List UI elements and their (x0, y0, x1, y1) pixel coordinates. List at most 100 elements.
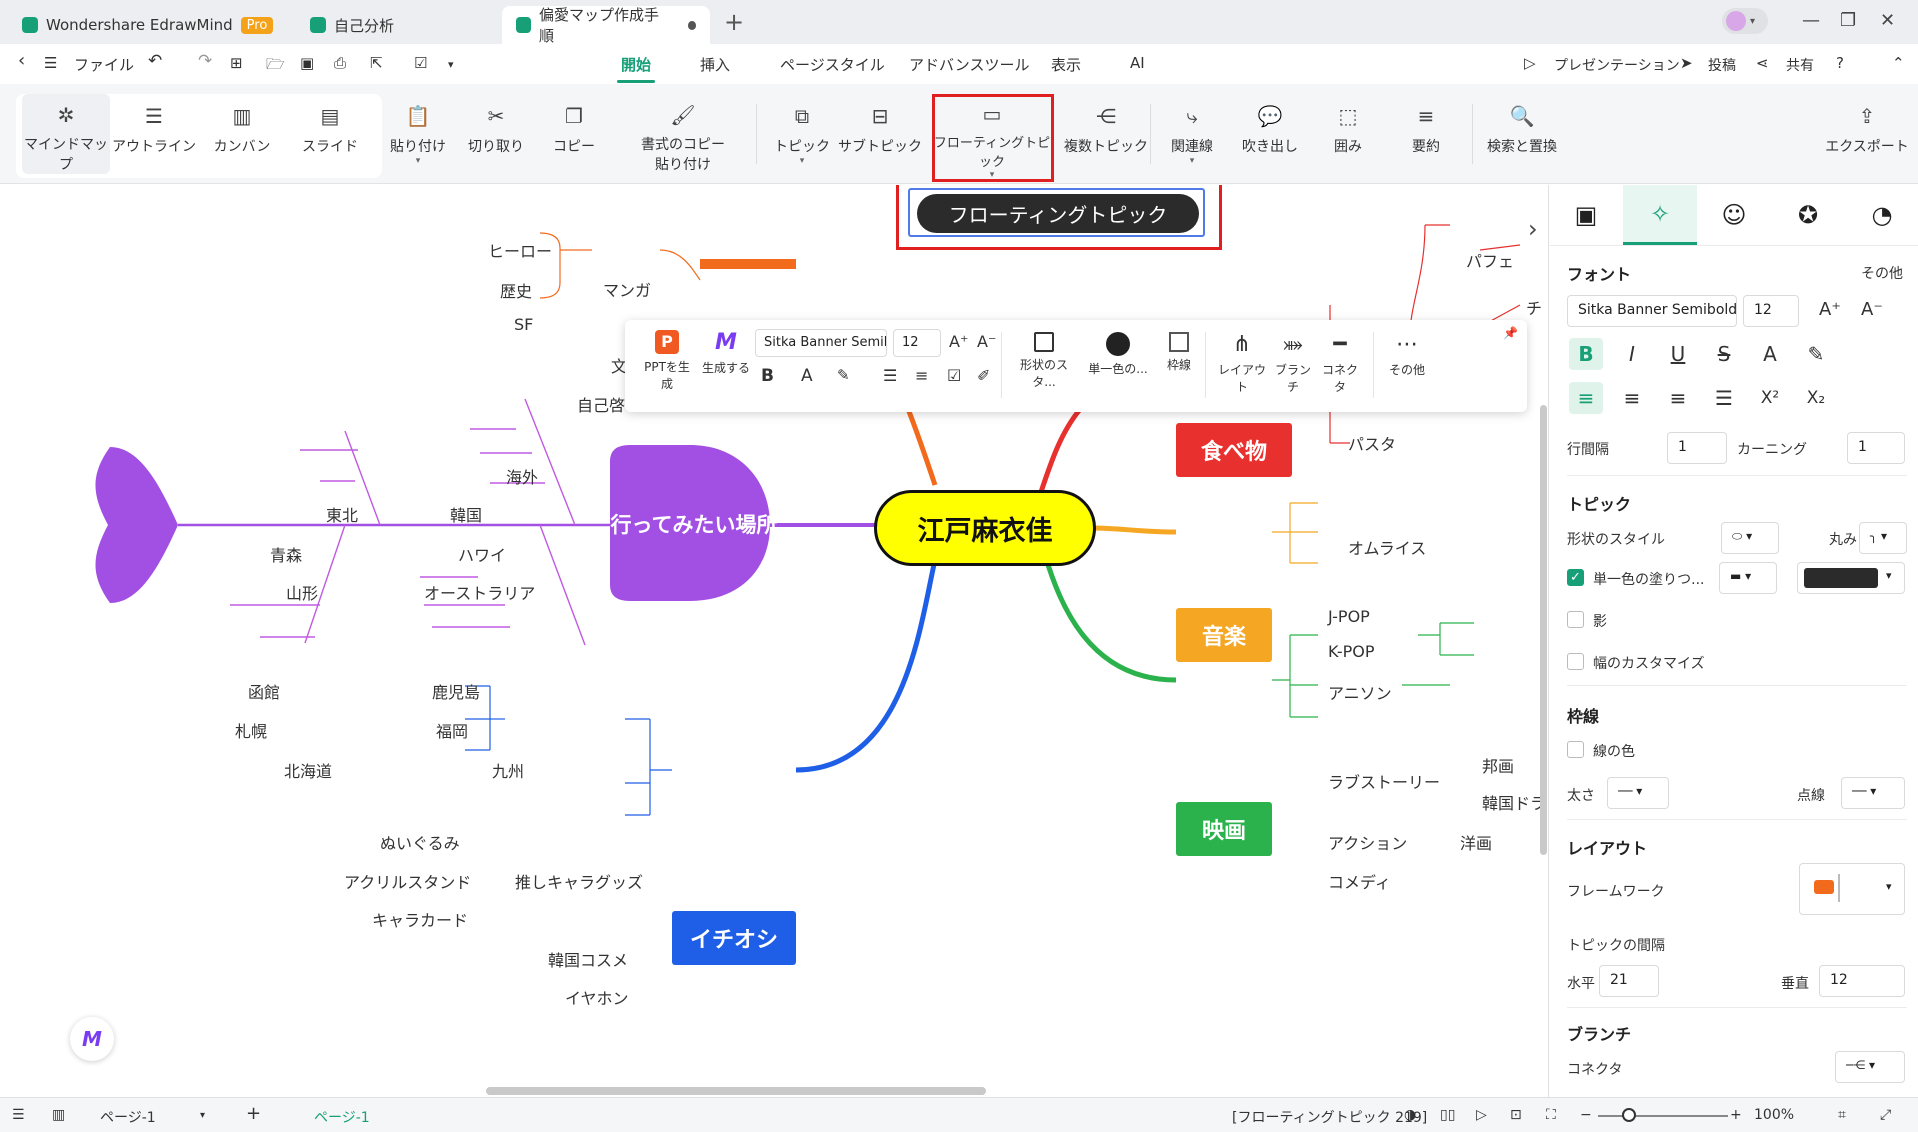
more-button[interactable]: ⋯ その他 (1385, 332, 1429, 378)
help-icon[interactable]: ? (1836, 54, 1844, 72)
save-icon[interactable]: ▣ (300, 54, 314, 72)
line-color-checkbox[interactable] (1567, 741, 1584, 758)
manga-parent-node-partial[interactable] (700, 259, 796, 269)
menu-page-style[interactable]: ページスタイル (780, 54, 885, 75)
align-icon[interactable]: ≡ (915, 366, 928, 385)
italic-icon[interactable]: I (1615, 338, 1649, 370)
topic-parfait[interactable]: パフェ (1466, 248, 1514, 272)
topic-hawaii[interactable]: ハワイ (458, 542, 506, 566)
topic-omurice[interactable]: オムライス (1348, 535, 1426, 559)
export-share-icon[interactable]: ⇱ (370, 54, 383, 72)
topic-hokkaido[interactable]: 北海道 (284, 758, 332, 782)
page-tab-1[interactable]: ページ-1 (314, 1107, 370, 1127)
superscript-icon[interactable]: X² (1753, 382, 1787, 414)
cut-button[interactable]: ✂ 切り取り (452, 94, 540, 174)
play-icon[interactable]: ▷ (1476, 1107, 1487, 1123)
thickness-select[interactable]: ── ▾ (1607, 777, 1669, 809)
page-select[interactable]: ページ-1 (100, 1107, 156, 1127)
presentation-icon[interactable]: ▷ (1524, 54, 1536, 72)
topic-hakodate[interactable]: 函館 (248, 679, 280, 703)
solid-fill-checkbox[interactable]: ✓ (1567, 569, 1584, 586)
presentation-menu[interactable]: プレゼンテーション (1554, 55, 1680, 75)
topic-overseas[interactable]: 海外 (506, 464, 538, 488)
post-button[interactable]: 投稿 (1708, 55, 1736, 75)
ai-assistant-button[interactable]: M (70, 1017, 114, 1061)
panel-tab-ai[interactable]: ✧ (1623, 185, 1697, 245)
copy-button[interactable]: ❐ コピー (530, 94, 618, 174)
font-grow-icon[interactable]: A⁺ (949, 332, 968, 351)
framework-select[interactable]: ▾ (1799, 863, 1905, 915)
subscript-icon[interactable]: X₂ (1799, 382, 1833, 414)
topic-hougaku[interactable]: 邦画 (1482, 753, 1514, 777)
panel-tab-style[interactable]: ▣ (1549, 185, 1623, 245)
topic-acrylic-stand[interactable]: アクリルスタンド (344, 869, 471, 893)
user-avatar-menu[interactable]: ▾ (1722, 8, 1768, 34)
expand-panel-chevron-icon[interactable]: › (1528, 215, 1538, 243)
format-painter-icon[interactable]: ✐ (977, 366, 990, 385)
topic-oshi-goods[interactable]: 推しキャラグッズ (515, 869, 643, 893)
border-button[interactable]: 枠線 (1159, 332, 1199, 373)
format-painter-button[interactable]: 🖌 書式のコピー 貼り付け (638, 94, 728, 174)
bold-toggle[interactable]: B (1569, 338, 1603, 370)
font-grow-icon[interactable]: A⁺ (1819, 299, 1841, 320)
menu-insert[interactable]: 挿入 (700, 54, 730, 75)
add-page-icon[interactable]: + (246, 1103, 261, 1124)
panel-tab-theme[interactable]: ✪ (1771, 185, 1845, 245)
book-icon[interactable]: ▯▯ (1440, 1107, 1455, 1123)
fit-page-icon[interactable]: ⊡ (1510, 1107, 1522, 1123)
font-family-select[interactable]: Sitka Banner Semibold (755, 329, 887, 357)
horizontal-spacing-input[interactable]: 21 (1599, 965, 1659, 997)
undo-icon[interactable]: ↶ (148, 51, 162, 71)
multiple-topics-button[interactable]: ⋲ 複数トピック (1056, 94, 1156, 174)
font-size-select[interactable]: 12 (893, 329, 941, 357)
mindmap-canvas[interactable]: フローティングトピック 江戸麻衣佳 行ってみたい場所 食べ物 音楽 映画 イチオ… (0, 185, 1548, 1097)
view-slide-button[interactable]: ▤ スライド (286, 94, 374, 174)
zoom-out-icon[interactable]: − (1580, 1107, 1592, 1123)
connector-button[interactable]: ━ コネクタ (1317, 332, 1363, 395)
font-shrink-icon[interactable]: A⁻ (1861, 299, 1883, 320)
topic-hero[interactable]: ヒーロー (488, 238, 552, 262)
share-button[interactable]: 共有 (1786, 55, 1814, 75)
topic-yougaku[interactable]: 洋画 (1460, 830, 1492, 854)
shape-style-button[interactable]: 形状のスタ... (1009, 332, 1079, 390)
oshi-node[interactable]: イチオシ (672, 911, 796, 965)
menu-start[interactable]: 開始 (616, 54, 656, 83)
pin-icon[interactable]: 📌 (1503, 326, 1518, 340)
bold-icon[interactable]: B (761, 366, 774, 386)
hamburger-icon[interactable]: ☰ (44, 54, 57, 72)
topic-anison[interactable]: アニソン (1328, 680, 1392, 704)
topic-partial-jikokei[interactable]: 自己啓 (577, 392, 625, 416)
search-replace-button[interactable]: 🔍 検索と置換 (1474, 94, 1570, 174)
font-color-icon[interactable]: A (1753, 338, 1787, 370)
ai-generate-button[interactable]: M 生成する (701, 330, 751, 376)
tab-jiko-bunseki[interactable]: 自己分析 (296, 6, 408, 44)
panel-font-size-select[interactable]: 12 (1743, 295, 1799, 327)
topic-jpop[interactable]: J-POP (1328, 607, 1370, 626)
topic-yamagata[interactable]: 山形 (286, 580, 318, 604)
paste-button[interactable]: 📋 貼り付け ▾ (374, 94, 462, 174)
back-icon[interactable]: ‹ (18, 50, 25, 71)
align-right-icon[interactable]: ≡ (1661, 382, 1695, 414)
round-select[interactable]: ╮ ▾ (1859, 522, 1907, 554)
branch-button[interactable]: ⤘ ブランチ (1271, 332, 1315, 395)
topic-kagoshima[interactable]: 鹿児島 (432, 679, 480, 703)
menu-advanced-tools[interactable]: アドバンスツール (909, 54, 1029, 75)
export-button[interactable]: ⇪ エクスポート (1820, 94, 1914, 174)
underline-icon[interactable]: U (1661, 338, 1695, 370)
zoom-in-icon[interactable]: + (1730, 1107, 1742, 1123)
places-node[interactable]: 行ってみたい場所 (608, 507, 780, 541)
panel-tab-history[interactable]: ◔ (1845, 185, 1918, 245)
fill-mode-select[interactable]: ▬ ▾ (1719, 562, 1777, 594)
strikethrough-icon[interactable]: S (1707, 338, 1741, 370)
connector-select[interactable]: ─⋲ ▾ (1835, 1051, 1905, 1083)
topic-plushie[interactable]: ぬいぐるみ (380, 830, 460, 854)
subtopic-button[interactable]: ⊟ サブトピック (836, 94, 924, 174)
shadow-checkbox[interactable] (1567, 611, 1584, 628)
relationship-button[interactable]: ⤷ 関連線 ▾ (1148, 94, 1236, 174)
maximize-icon[interactable]: ❐ (1840, 10, 1856, 31)
tab-app[interactable]: Wondershare EdrawMind Pro (8, 6, 287, 44)
dash-select[interactable]: ── ▾ (1841, 777, 1905, 809)
fit-screen-icon[interactable]: ⌗ (1838, 1107, 1846, 1123)
central-topic[interactable]: 江戸麻衣佳 (874, 490, 1096, 566)
zoom-level[interactable]: 100% (1754, 1107, 1794, 1123)
